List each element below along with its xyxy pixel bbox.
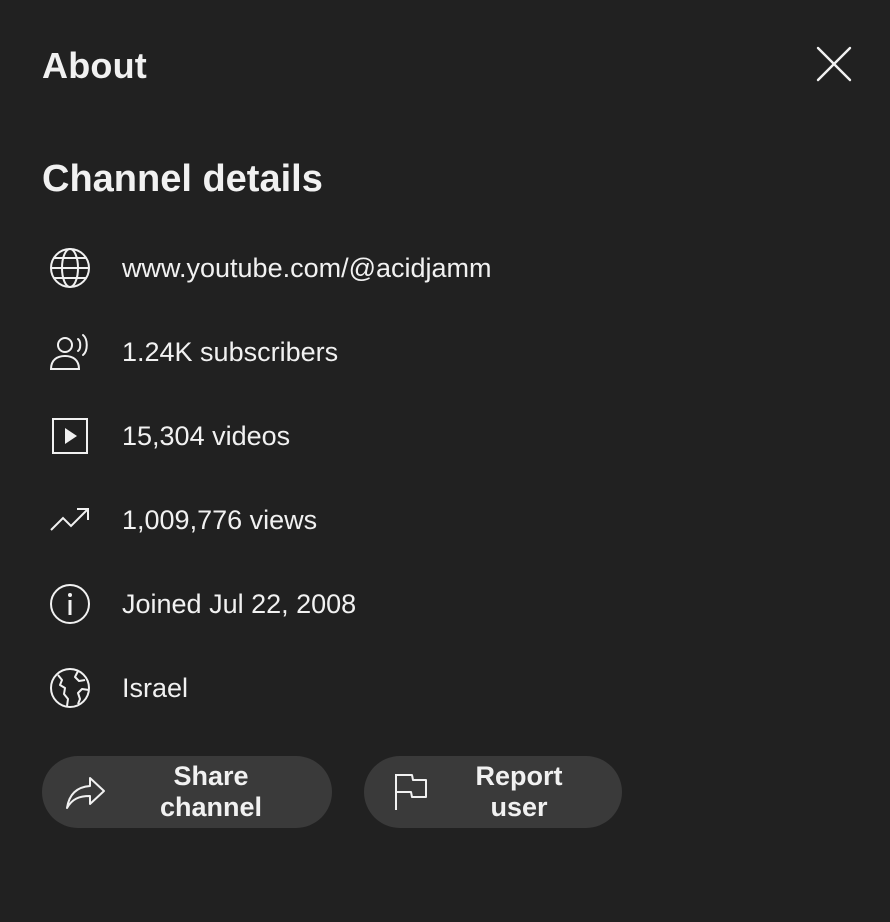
info-icon xyxy=(42,576,98,632)
action-buttons: Share channel Report user xyxy=(42,756,622,828)
about-dialog: About Channel details www.youtube.com/@a… xyxy=(0,0,890,922)
dialog-title: About xyxy=(42,45,147,86)
close-icon xyxy=(816,46,852,82)
detail-row-country: Israel xyxy=(42,646,842,730)
view-count: 1,009,776 views xyxy=(122,505,318,535)
channel-details-heading: Channel details xyxy=(42,158,323,200)
detail-row-subscribers: 1.24K subscribers xyxy=(42,310,842,394)
subscribers-icon xyxy=(42,324,98,380)
joined-date: Joined Jul 22, 2008 xyxy=(122,589,357,619)
subscriber-count: 1.24K subscribers xyxy=(122,337,339,367)
flag-icon xyxy=(390,770,434,814)
globe-icon xyxy=(42,240,98,296)
world-map-icon xyxy=(42,660,98,716)
detail-row-videos: 15,304 videos xyxy=(42,394,842,478)
share-arrow-icon xyxy=(64,770,108,814)
close-button[interactable] xyxy=(808,38,860,90)
report-user-label: Report user xyxy=(475,761,563,822)
country: Israel xyxy=(122,673,189,703)
detail-row-views: 1,009,776 views xyxy=(42,478,842,562)
share-channel-label: Share channel xyxy=(159,761,263,822)
detail-row-link: www.youtube.com/@acidjamm xyxy=(42,226,842,310)
report-user-button[interactable]: Report user xyxy=(364,756,622,828)
share-channel-button[interactable]: Share channel xyxy=(42,756,332,828)
video-count: 15,304 videos xyxy=(122,421,291,451)
channel-url[interactable]: www.youtube.com/@acidjamm xyxy=(122,251,492,285)
trending-up-icon xyxy=(42,492,98,548)
channel-details-list: www.youtube.com/@acidjamm 1.24K subscrib… xyxy=(42,226,842,730)
detail-row-joined: Joined Jul 22, 2008 xyxy=(42,562,842,646)
play-video-icon xyxy=(42,408,98,464)
